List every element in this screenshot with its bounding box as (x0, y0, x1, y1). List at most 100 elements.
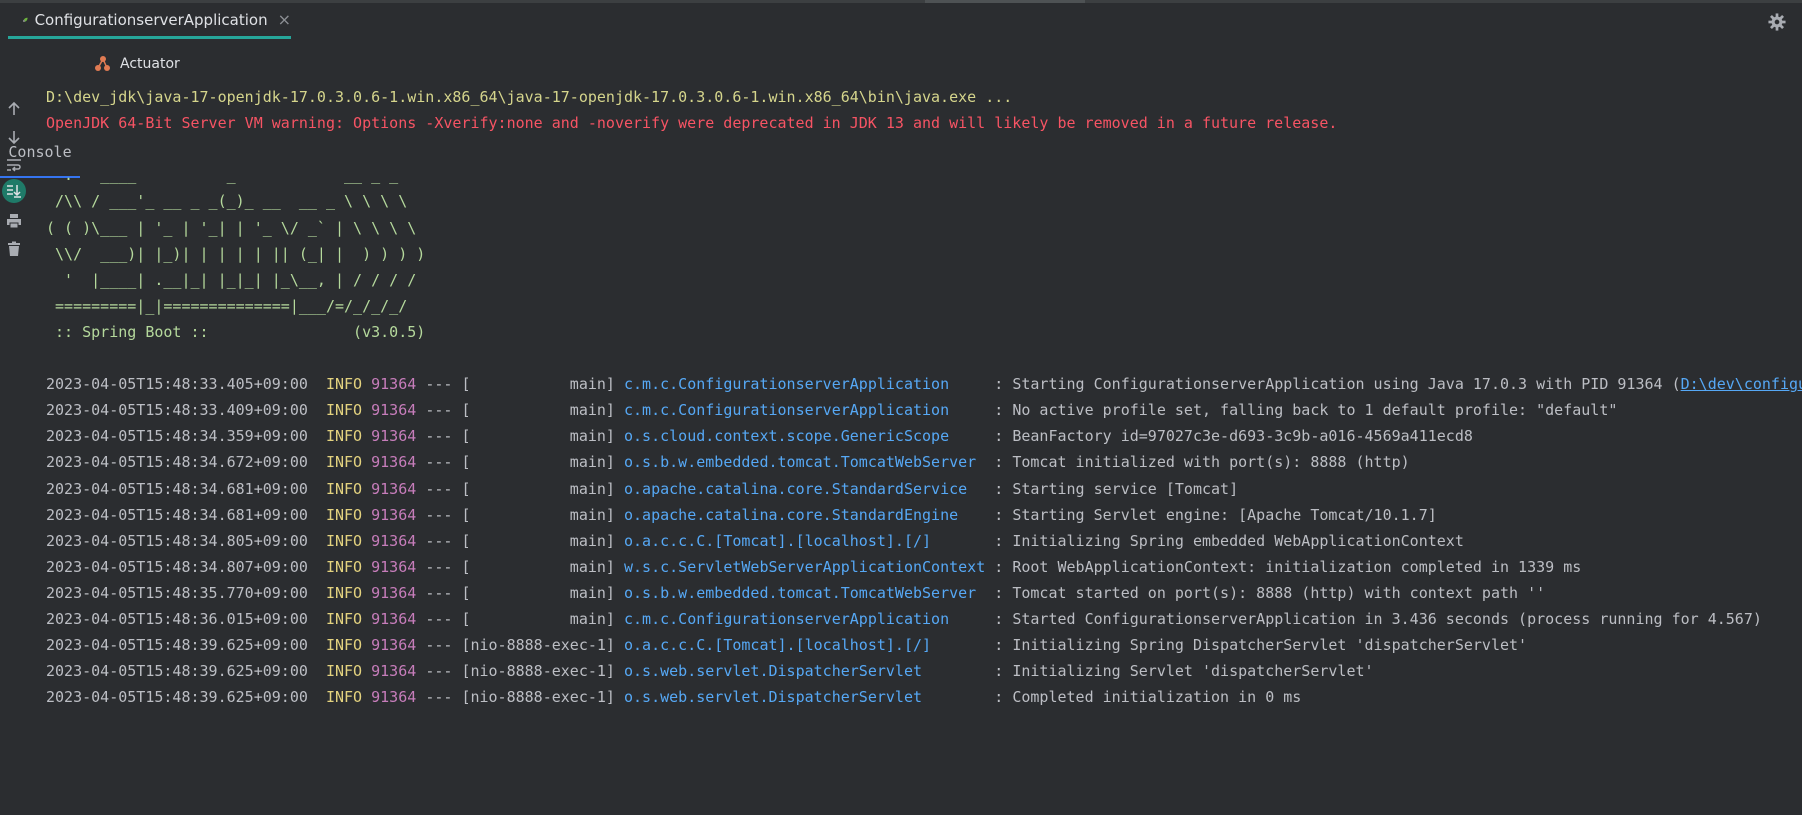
log-gap (362, 375, 371, 393)
log-logger: c.m.c.ConfigurationserverApplication (624, 401, 986, 420)
banner-text: ' |____| .__|_| |_|_| |_\__, | / / / / (46, 270, 417, 289)
log-thread: [ main] (461, 401, 615, 420)
log-file-link[interactable]: D:\dev\configu (1681, 375, 1802, 393)
log-gap (362, 662, 371, 680)
console-output[interactable]: D:\dev_jdk\java-17-openjdk-17.0.3.0.6-1.… (46, 89, 1802, 815)
log-message: : No active profile set, falling back to… (994, 401, 1618, 420)
log-gap (362, 506, 371, 524)
log-gap (985, 453, 994, 471)
log-gap (416, 636, 425, 654)
log-pid: 91364 (371, 453, 417, 472)
log-thread: [ main] (461, 479, 615, 498)
log-message: : BeanFactory id=97027c3e-d693-3c9b-a016… (994, 427, 1473, 446)
log-logger: o.a.c.c.C.[Tomcat].[localhost].[/] (624, 636, 986, 655)
log-level: INFO (325, 557, 363, 576)
log-message: : Initializing Spring embedded WebApplic… (994, 531, 1464, 550)
log-timestamp: 2023-04-05T15:48:35.770+09:00 (46, 583, 308, 602)
log-gap (362, 558, 371, 576)
log-gap (416, 401, 425, 419)
console-toolbar (0, 89, 28, 815)
log-gap (985, 375, 994, 393)
arrow-up-icon[interactable] (2, 97, 26, 121)
soft-wrap-icon[interactable] (2, 153, 26, 177)
log-message: : Root WebApplicationContext: initializa… (994, 557, 1582, 576)
spring-boot-run-icon (22, 17, 28, 22)
log-gap (362, 480, 371, 498)
log-gap (362, 401, 371, 419)
log-pid: 91364 (371, 636, 417, 655)
log-gap (308, 532, 326, 550)
banner-text: . ____ _ __ _ _ (46, 166, 399, 185)
log-level: INFO (325, 688, 363, 707)
log-logger: o.apache.catalina.core.StandardService (624, 479, 986, 498)
print-icon[interactable] (2, 209, 26, 233)
log-logger: o.s.web.servlet.DispatcherServlet (624, 688, 986, 707)
log-separator: --- (425, 479, 453, 498)
log-gap (308, 453, 326, 471)
log-gap (308, 401, 326, 419)
log-gap (308, 636, 326, 654)
log-thread: [ main] (461, 531, 615, 550)
log-gap (308, 610, 326, 628)
log-thread: [nio-8888-exec-1] (461, 662, 615, 681)
log-message: : Started ConfigurationserverApplication… (994, 610, 1762, 628)
log-message: : Starting Servlet engine: [Apache Tomca… (994, 505, 1437, 524)
log-level: INFO (325, 375, 363, 394)
log-gap (308, 427, 326, 445)
log-level: INFO (325, 583, 363, 602)
log-level: INFO (325, 427, 363, 446)
log-logger: w.s.c.ServletWebServerApplicationContext (624, 557, 986, 576)
log-gap (985, 610, 994, 628)
arrow-down-icon[interactable] (2, 125, 26, 149)
log-thread: [ main] (461, 427, 615, 446)
log-timestamp: 2023-04-05T15:48:34.805+09:00 (46, 531, 308, 550)
log-pid: 91364 (371, 531, 417, 550)
log-gap (615, 532, 624, 550)
log-separator: --- (425, 583, 453, 602)
log-pid: 91364 (371, 557, 417, 576)
log-timestamp: 2023-04-05T15:48:34.359+09:00 (46, 427, 308, 446)
spring-boot-label: :: Spring Boot :: (v3.0.5) (46, 322, 426, 341)
log-gap (985, 662, 994, 680)
gear-icon[interactable] (1768, 13, 1786, 31)
log-timestamp: 2023-04-05T15:48:36.015+09:00 (46, 610, 308, 628)
log-level: INFO (325, 610, 363, 628)
run-tab[interactable]: ConfigurationserverApplication × (8, 3, 291, 39)
banner-text: \\/ ___)| |_)| | | | | || (_| | ) ) ) ) (46, 244, 426, 263)
log-pid: 91364 (371, 427, 417, 446)
log-gap (308, 506, 326, 524)
log-gap (985, 636, 994, 654)
log-gap (615, 636, 624, 654)
log-timestamp: 2023-04-05T15:48:34.672+09:00 (46, 453, 308, 472)
log-separator: --- (425, 610, 453, 628)
log-message: : Starting service [Tomcat] (994, 479, 1239, 498)
log-logger: o.a.c.c.C.[Tomcat].[localhost].[/] (624, 531, 986, 550)
log-gap (416, 480, 425, 498)
log-pid: 91364 (371, 610, 417, 628)
log-gap (362, 453, 371, 471)
log-message: : Tomcat started on port(s): 8888 (http)… (994, 583, 1546, 602)
log-thread: [ main] (461, 505, 615, 524)
log-message: : Initializing Spring DispatcherServlet … (994, 636, 1528, 655)
log-pid: 91364 (371, 401, 417, 420)
log-gap (985, 401, 994, 419)
log-thread: [ main] (461, 557, 615, 576)
log-thread: [ main] (461, 610, 615, 628)
log-gap (362, 636, 371, 654)
close-icon[interactable]: × (278, 10, 291, 29)
log-gap (308, 375, 326, 393)
log-gap (416, 375, 425, 393)
log-separator: --- (425, 505, 453, 524)
log-logger: o.s.cloud.context.scope.GenericScope (624, 427, 986, 446)
banner-text: /\\ / ___'_ __ _ _(_)_ __ __ _ \ \ \ \ (46, 192, 408, 211)
log-pid: 91364 (371, 688, 417, 707)
log-gap (416, 427, 425, 445)
scroll-to-end-icon[interactable] (2, 179, 26, 203)
log-logger: o.s.b.w.embedded.tomcat.TomcatWebServer (624, 453, 986, 472)
log-timestamp: 2023-04-05T15:48:33.405+09:00 (46, 375, 308, 394)
console-subtabs: Console Actuator (0, 39, 1802, 178)
log-gap (615, 375, 624, 393)
trash-icon[interactable] (2, 237, 26, 261)
log-level: INFO (325, 636, 363, 655)
tab-actuator[interactable]: Actuator (94, 39, 180, 89)
